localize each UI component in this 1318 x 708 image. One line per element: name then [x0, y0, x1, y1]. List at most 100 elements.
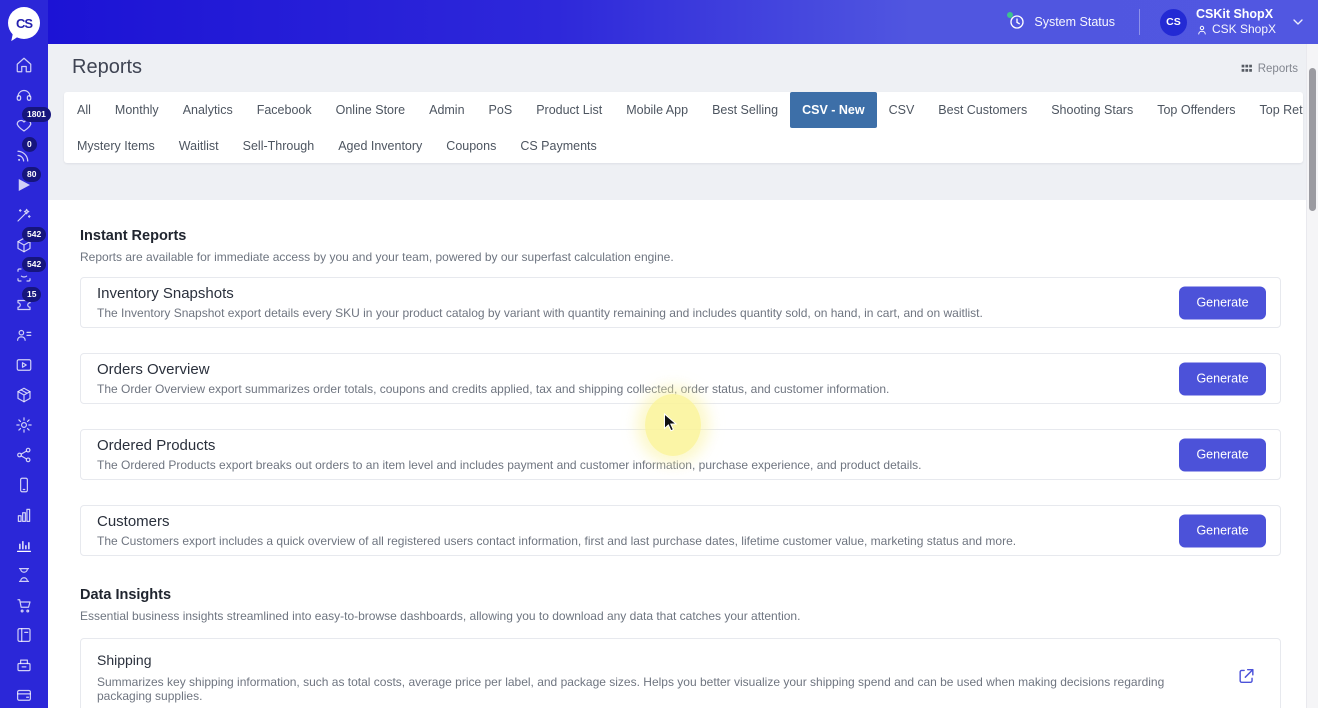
sidebar-item-integrations[interactable] — [14, 446, 34, 464]
sidebar-item-tickets[interactable]: 15 — [14, 296, 34, 314]
insight-card-title: Shipping — [97, 652, 1210, 668]
tab[interactable]: Mobile App — [614, 92, 700, 128]
report-card-description: The Order Overview export summarizes ord… — [97, 382, 1264, 396]
cart-icon — [15, 596, 33, 614]
tab-label: Admin — [429, 103, 464, 117]
products-badge: 542 — [22, 227, 46, 242]
tab[interactable]: Best Selling — [700, 92, 790, 128]
sidebar-item-mobile[interactable] — [14, 476, 34, 494]
tab[interactable]: CS Payments — [508, 128, 608, 163]
tab[interactable]: Coupons — [434, 128, 508, 163]
sidebar-item-history[interactable] — [14, 566, 34, 584]
sidebar-item-register[interactable] — [14, 656, 34, 674]
tab-label: Mystery Items — [77, 139, 155, 153]
report-card: Ordered Products The Ordered Products ex… — [80, 429, 1281, 480]
tab[interactable]: Waitlist — [167, 128, 231, 163]
sidebar-item-orders[interactable] — [14, 596, 34, 614]
tab[interactable]: Sell-Through — [231, 128, 327, 163]
insight-card[interactable]: Shipping Summarizes key shipping informa… — [80, 638, 1281, 708]
tab-label: Coupons — [446, 139, 496, 153]
tab[interactable]: CSV — [877, 92, 927, 128]
sidebar-item-payments[interactable] — [14, 686, 34, 704]
tab[interactable]: Monthly — [103, 92, 171, 128]
sidebar-item-ledger[interactable] — [14, 626, 34, 644]
report-card-description: The Ordered Products export breaks out o… — [97, 458, 1264, 472]
breadcrumb-label: Reports — [1258, 63, 1298, 75]
tab[interactable]: Best Customers — [926, 92, 1039, 128]
generate-button[interactable]: Generate — [1179, 286, 1266, 319]
hourglass-icon — [15, 566, 33, 584]
main-panel: Instant Reports Reports are available fo… — [48, 200, 1318, 708]
instant-reports-title: Instant Reports — [80, 228, 1281, 244]
sidebar-item-analytics[interactable] — [14, 506, 34, 524]
grid-icon — [1240, 62, 1253, 75]
sidebar: CS 1801 0 80 542 542 — [0, 0, 48, 708]
tab-label: Aged Inventory — [338, 139, 422, 153]
tab[interactable]: PoS — [477, 92, 525, 128]
generate-button[interactable]: Generate — [1179, 514, 1266, 547]
account-chevron[interactable] — [1290, 14, 1306, 30]
share-icon — [15, 446, 33, 464]
tab[interactable]: Product List — [524, 92, 614, 128]
tab-label: Mobile App — [626, 103, 688, 117]
sidebar-item-reports[interactable] — [14, 536, 34, 554]
scrollbar-track[interactable] — [1306, 44, 1318, 708]
tab[interactable]: All — [65, 92, 103, 128]
generate-button[interactable]: Generate — [1179, 438, 1266, 471]
report-tabs: All Monthly AnalyticsFacebookOnline Store A… — [64, 92, 1303, 163]
app-logo[interactable]: CS — [8, 7, 40, 39]
report-card-title: Customers — [97, 513, 1264, 530]
scrollbar-thumb[interactable] — [1309, 68, 1316, 211]
data-insights-title: Data Insights — [80, 587, 1281, 603]
sidebar-item-scan[interactable]: 542 — [14, 266, 34, 284]
tab-label: Shooting Stars — [1051, 103, 1133, 117]
tab[interactable]: CSV - New — [790, 92, 877, 128]
system-status-label: System Status — [1034, 15, 1115, 29]
insight-card-description: Summarizes key shipping information, suc… — [97, 675, 1210, 703]
chevron-down-icon — [1290, 14, 1306, 30]
tab[interactable]: Admin — [417, 92, 476, 128]
tab-label: Top Returners — [1260, 103, 1303, 117]
tab-label: Monthly — [115, 103, 159, 117]
tab[interactable]: Aged Inventory — [326, 128, 434, 163]
tab[interactable]: Online Store — [324, 92, 417, 128]
avatar[interactable]: CS — [1160, 9, 1187, 36]
sidebar-item-videos[interactable] — [14, 356, 34, 374]
sidebar-item-contacts[interactable] — [14, 326, 34, 344]
sidebar-item-broadcast[interactable]: 0 — [14, 146, 34, 164]
magic-wand-icon — [15, 206, 33, 224]
instant-report-cards: Inventory Snapshots The Inventory Snapsh… — [80, 277, 1281, 556]
tab[interactable]: Facebook — [245, 92, 324, 128]
logo-text: CS — [16, 16, 32, 31]
tab[interactable]: Top Offenders — [1145, 92, 1247, 128]
account-menu[interactable]: CSKit ShopX CSK ShopX — [1196, 7, 1276, 38]
tab[interactable]: Shooting Stars — [1039, 92, 1145, 128]
tab-label: PoS — [489, 103, 513, 117]
header-divider — [1139, 9, 1140, 35]
sidebar-item-automations[interactable] — [14, 206, 34, 224]
tab-label: CSV — [889, 103, 915, 117]
tab[interactable]: Top Returners — [1248, 92, 1303, 128]
tab-label: CS Payments — [520, 139, 596, 153]
tab[interactable]: Analytics — [171, 92, 245, 128]
contacts-icon — [15, 326, 33, 344]
media-badge: 80 — [22, 167, 41, 182]
sidebar-item-home[interactable] — [14, 56, 34, 74]
tab-row-2: Mystery Items WaitlistSell-Through Aged In… — [64, 128, 1303, 163]
growth-chart-icon — [15, 506, 33, 524]
account-name: CSKit ShopX — [1196, 7, 1276, 23]
system-status[interactable]: System Status — [1008, 13, 1115, 31]
scan-badge: 542 — [22, 257, 46, 272]
sidebar-item-chat[interactable]: 1801 — [14, 116, 34, 134]
external-link-icon[interactable] — [1237, 667, 1256, 686]
report-card-description: The Customers export includes a quick ov… — [97, 534, 1264, 548]
breadcrumb[interactable]: Reports — [1240, 62, 1298, 75]
sidebar-item-support[interactable] — [14, 86, 34, 104]
sidebar-item-settings[interactable] — [14, 416, 34, 434]
sidebar-item-media[interactable]: 80 — [14, 176, 34, 194]
sidebar-item-products[interactable]: 542 — [14, 236, 34, 254]
generate-button[interactable]: Generate — [1179, 362, 1266, 395]
headset-icon — [15, 86, 33, 104]
sidebar-item-packages[interactable] — [14, 386, 34, 404]
tab[interactable]: Mystery Items — [65, 128, 167, 163]
